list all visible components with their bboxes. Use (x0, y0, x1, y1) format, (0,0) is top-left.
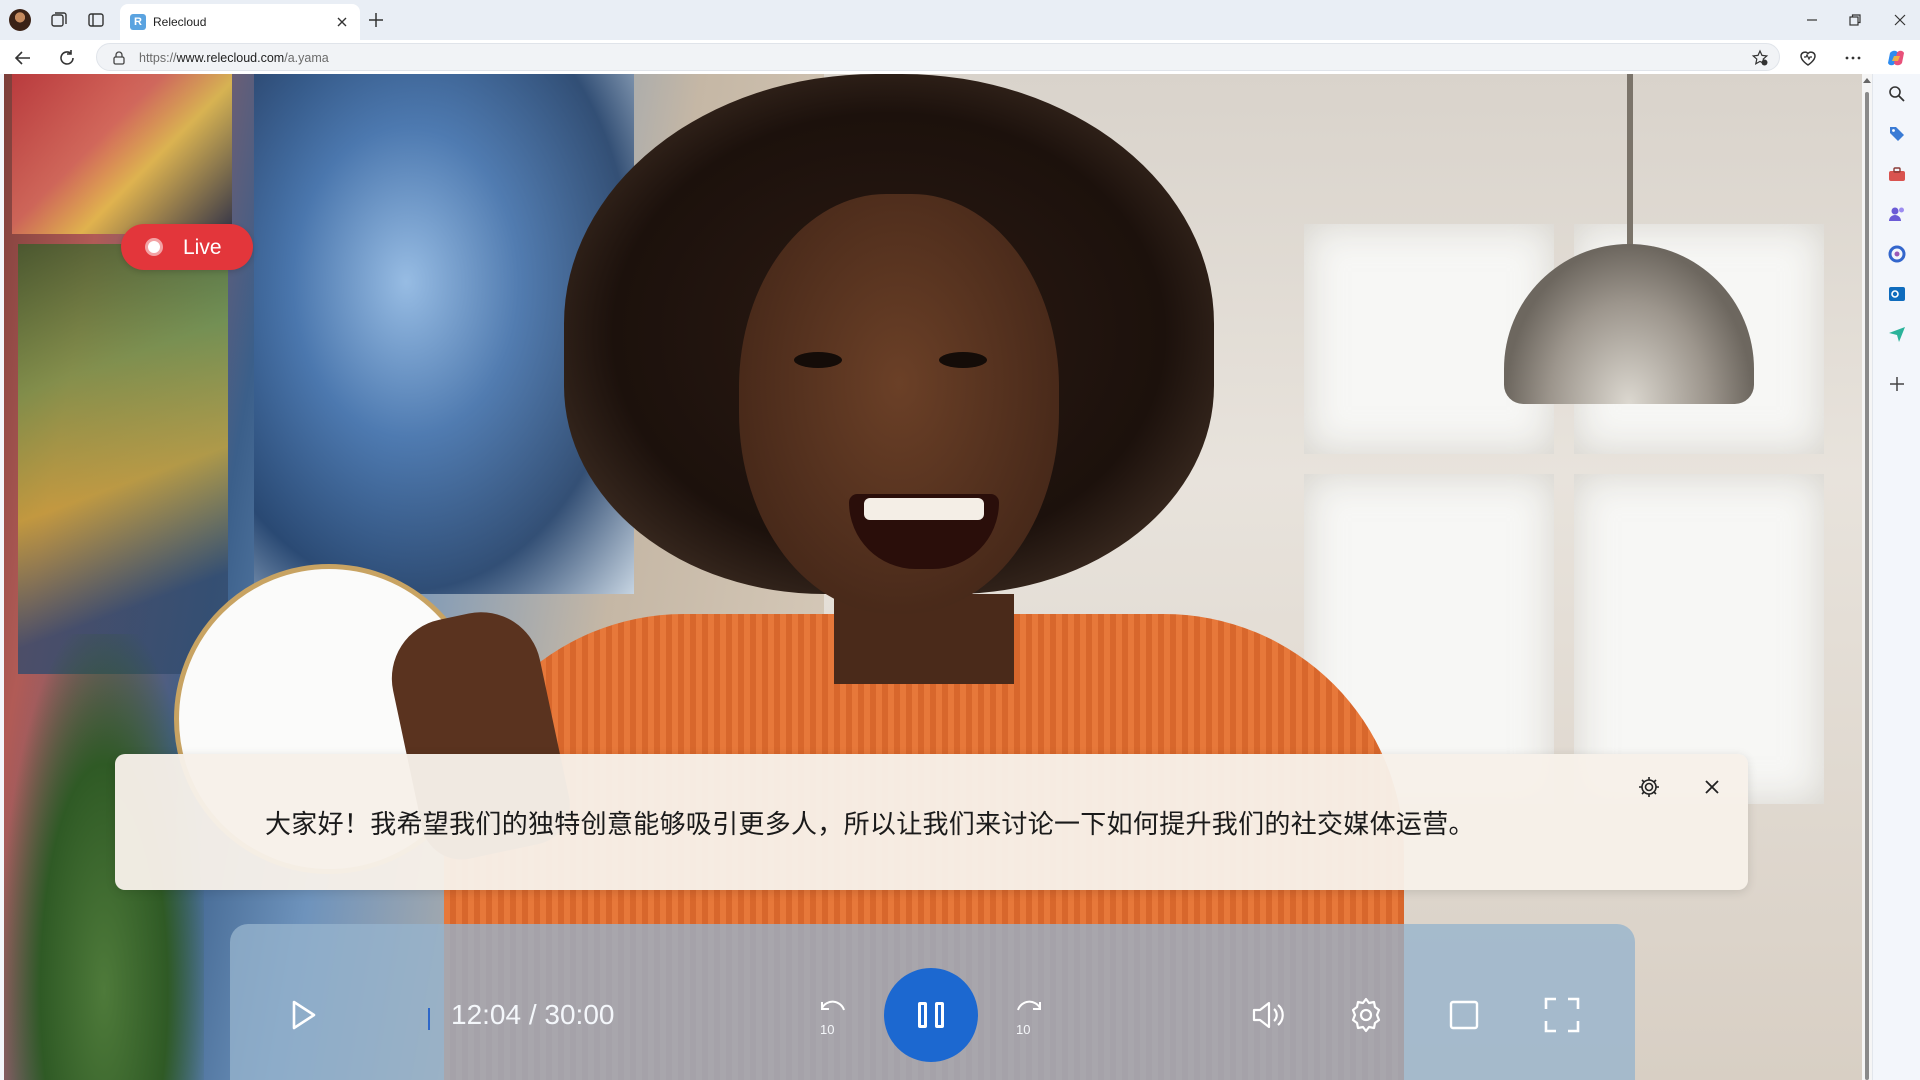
workspaces-icon[interactable] (49, 10, 69, 30)
presenter-eye (794, 352, 842, 368)
skip-back-seconds: 10 (820, 1022, 835, 1037)
browser-essentials-icon[interactable] (1797, 47, 1819, 69)
m365-icon[interactable] (1887, 244, 1907, 264)
close-icon[interactable] (334, 14, 350, 30)
presenter-eye (939, 352, 987, 368)
tab-title: Relecloud (153, 15, 207, 29)
painting-left (18, 244, 228, 674)
caption-text: 大家好！我希望我们的独特创意能够吸引更多人，所以让我们来讨论一下如何提升我们的社… (265, 810, 1475, 840)
people-icon[interactable] (1887, 204, 1907, 224)
caption-settings-icon[interactable] (1636, 774, 1662, 800)
live-badge: Live (121, 224, 253, 270)
toolbox-icon[interactable] (1887, 164, 1907, 184)
vertical-tabs-icon[interactable] (86, 10, 106, 30)
miniplayer-icon[interactable] (1442, 993, 1486, 1037)
lamp-cord (1627, 74, 1633, 249)
playback-controls: 12:04 / 30:00 10 10 (230, 924, 1635, 1080)
tag-icon[interactable] (1887, 124, 1907, 144)
pause-icon (935, 1002, 944, 1028)
restore-icon[interactable] (1845, 10, 1865, 30)
copilot-icon[interactable] (1885, 47, 1907, 69)
time-separator (428, 1008, 430, 1030)
address-bar-row: https://www.relecloud.com/a.yama (0, 40, 1920, 74)
scroll-up-icon[interactable] (1863, 78, 1871, 83)
profile-avatar[interactable] (9, 9, 31, 31)
time-display: 12:04 / 30:00 (451, 999, 615, 1030)
skip-forward-seconds: 10 (1016, 1022, 1031, 1037)
painting-top-left (12, 74, 232, 234)
refresh-icon[interactable] (56, 47, 78, 69)
presenter-teeth (864, 498, 984, 520)
minimize-icon[interactable] (1802, 10, 1822, 30)
more-icon[interactable] (1842, 47, 1864, 69)
fullscreen-icon[interactable] (1540, 993, 1584, 1037)
volume-icon[interactable] (1246, 993, 1290, 1037)
add-icon[interactable] (1887, 374, 1907, 394)
relecloud-favicon-icon: R (130, 14, 146, 30)
send-icon[interactable] (1887, 324, 1907, 344)
lock-icon[interactable] (111, 50, 127, 66)
play-icon[interactable] (280, 993, 324, 1037)
window-close-icon[interactable] (1890, 10, 1910, 30)
browser-sidebar (1872, 74, 1920, 1080)
outlook-icon[interactable] (1887, 284, 1907, 304)
browser-titlebar: R Relecloud (0, 0, 1920, 40)
search-icon[interactable] (1887, 84, 1907, 104)
scroll-thumb[interactable] (1865, 92, 1869, 1080)
pause-button[interactable] (884, 968, 978, 1062)
tab-relecloud[interactable]: R Relecloud (120, 4, 360, 40)
video-player[interactable]: Live 大家好！我希望我们的独特创意能够吸引更多人，所以让我们来讨论一下如何提… (4, 74, 1862, 1080)
address-input[interactable]: https://www.relecloud.com/a.yama (96, 43, 1780, 71)
live-caption-panel: 大家好！我希望我们的独特创意能够吸引更多人，所以让我们来讨论一下如何提升我们的社… (115, 754, 1748, 890)
caption-close-icon[interactable] (1699, 774, 1725, 800)
live-dot-icon (145, 238, 163, 256)
page-scrollbar[interactable] (1862, 74, 1872, 1080)
url-text: https://www.relecloud.com/a.yama (139, 51, 329, 65)
pause-icon (918, 1002, 927, 1028)
back-icon[interactable] (12, 47, 34, 69)
settings-icon[interactable] (1344, 993, 1388, 1037)
favorite-star-icon[interactable] (1751, 49, 1769, 67)
live-label: Live (183, 236, 222, 259)
new-tab-icon[interactable] (366, 10, 386, 30)
